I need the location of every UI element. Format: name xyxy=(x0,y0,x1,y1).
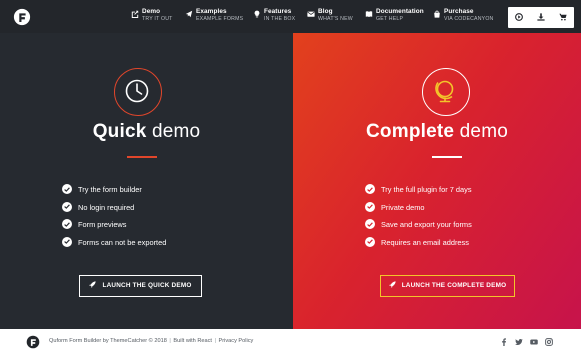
check-circle-icon xyxy=(365,236,375,247)
rocket-icon xyxy=(389,281,396,288)
complete-demo-panel: Complete demo Try the full plugin for 7 … xyxy=(293,33,581,329)
play-circle-icon xyxy=(515,13,523,21)
book-icon xyxy=(365,11,373,18)
feature-text: Requires an email address xyxy=(381,237,469,247)
nav-examples-title: Examples xyxy=(196,8,227,15)
facebook-icon[interactable] xyxy=(500,338,508,346)
nav-features-subtitle: IN THE BOX xyxy=(264,16,296,22)
check-circle-icon xyxy=(62,219,72,229)
page-footer: Quform Form Builder by ThemeCatcher © 20… xyxy=(0,329,581,356)
check-circle-icon xyxy=(62,201,72,212)
nav-demo-title: Demo xyxy=(142,8,161,15)
paper-plane-icon xyxy=(185,10,193,18)
complete-demo-title: Complete demo xyxy=(293,121,581,143)
instagram-icon[interactable] xyxy=(545,338,553,346)
nav-blog-title: Blog xyxy=(318,8,333,15)
launch-complete-demo-label: LAUNCH THE COMPLETE DEMO xyxy=(401,282,507,289)
top-header: Demo TRY IT OUT Examples EXAMPLE FORMS F… xyxy=(0,0,581,33)
feature-text: Try the full plugin for 7 days xyxy=(381,185,472,194)
feature-text: Form previews xyxy=(78,220,127,229)
nav-documentation-subtitle: GET HELP xyxy=(376,16,404,22)
nav-blog-subtitle: WHAT'S NEW xyxy=(318,16,353,22)
footer-text: Quform Form Builder by ThemeCatcher © 20… xyxy=(49,338,253,344)
clock-icon xyxy=(126,80,149,103)
launch-complete-demo-button[interactable]: LAUNCH THE COMPLETE DEMO xyxy=(380,275,515,297)
quform-logo-icon[interactable] xyxy=(13,8,31,26)
footer-separator: | xyxy=(214,338,216,344)
launch-quick-demo-button[interactable]: LAUNCH THE QUICK DEMO xyxy=(79,275,202,297)
youtube-icon[interactable] xyxy=(530,338,538,346)
nav-purchase-subtitle: VIA CODECANYON xyxy=(444,16,494,22)
cart-icon xyxy=(559,13,567,21)
quick-demo-divider xyxy=(127,156,157,158)
footer-built-with-link[interactable]: Built with React xyxy=(173,338,212,344)
complete-demo-title-light: demo xyxy=(459,121,508,142)
nav-purchase-title: Purchase xyxy=(444,8,474,15)
check-circle-icon xyxy=(365,219,375,229)
complete-demo-icon-ring xyxy=(422,68,470,116)
lightbulb-icon xyxy=(254,10,260,18)
quick-demo-title-bold: Quick xyxy=(92,121,147,142)
quform-logo-icon[interactable] xyxy=(26,335,40,349)
check-circle-icon xyxy=(62,184,72,194)
nav-documentation-title: Documentation xyxy=(376,8,424,15)
feature-text: Save and export your forms xyxy=(381,220,472,229)
feature-text: Forms can not be exported xyxy=(78,237,167,247)
complete-demo-title-bold: Complete xyxy=(366,121,455,142)
footer-privacy-link[interactable]: Privacy Policy xyxy=(219,338,254,344)
rocket-icon xyxy=(89,281,97,288)
shopping-bag-icon xyxy=(434,10,440,18)
globe-icon xyxy=(435,81,454,103)
play-button[interactable] xyxy=(508,7,530,28)
footer-separator: | xyxy=(169,338,171,344)
download-button[interactable] xyxy=(530,7,552,28)
header-action-group xyxy=(508,7,574,28)
quick-demo-panel: Quick demo Try the form builder No login… xyxy=(0,33,293,329)
launch-quick-demo-label: LAUNCH THE QUICK DEMO xyxy=(102,282,192,289)
feature-text: Private demo xyxy=(381,202,425,212)
feature-text: Try the form builder xyxy=(78,185,142,194)
nav-examples-subtitle: EXAMPLE FORMS xyxy=(196,16,244,22)
cart-button[interactable] xyxy=(552,7,574,28)
quick-demo-title: Quick demo xyxy=(0,121,293,143)
download-icon xyxy=(537,13,545,21)
complete-demo-divider xyxy=(432,156,462,158)
nav-features-title: Features xyxy=(264,8,292,15)
check-circle-icon xyxy=(365,201,375,212)
twitter-icon[interactable] xyxy=(515,338,523,346)
envelope-icon xyxy=(307,11,315,17)
nav-demo-subtitle: TRY IT OUT xyxy=(142,16,173,22)
quick-demo-title-light: demo xyxy=(151,121,201,142)
check-circle-icon xyxy=(62,236,72,247)
external-link-icon xyxy=(131,10,139,18)
footer-copyright: Quform Form Builder by ThemeCatcher © 20… xyxy=(49,338,167,344)
quick-demo-icon-ring xyxy=(114,68,162,116)
feature-text: No login required xyxy=(78,202,135,212)
check-circle-icon xyxy=(365,184,375,194)
